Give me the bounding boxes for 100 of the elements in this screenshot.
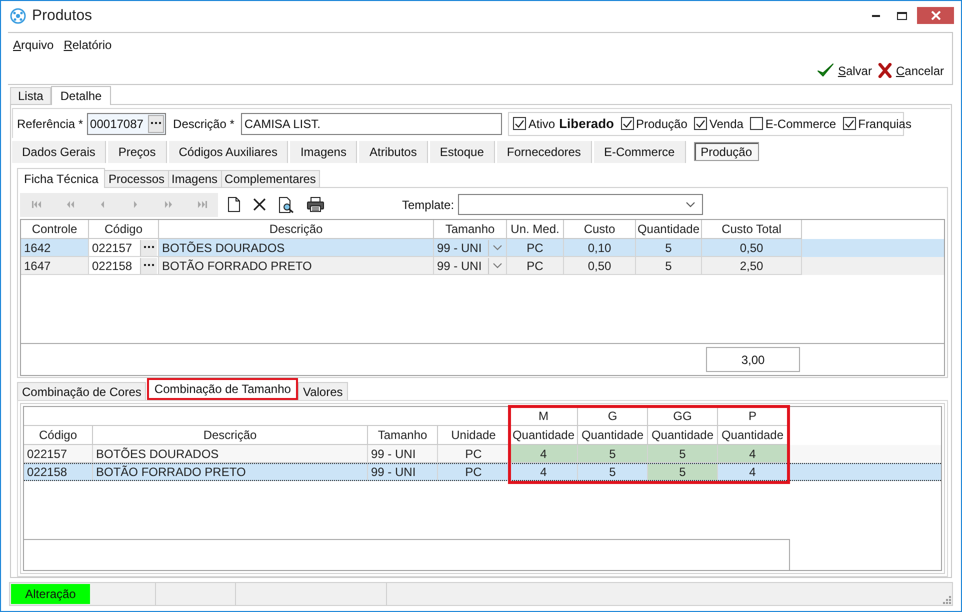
reference-field[interactable]: 00017087 xyxy=(87,112,166,134)
tab[interactable]: Preços xyxy=(108,141,167,163)
tab[interactable]: Atributos xyxy=(359,141,428,163)
status-panel: Alteração xyxy=(11,584,90,604)
column-header: Descrição xyxy=(159,220,434,239)
checkbox-label: Produção xyxy=(636,116,688,130)
table-cell: 5 xyxy=(648,445,718,463)
delete-icon[interactable] xyxy=(253,198,266,211)
new-document-icon[interactable] xyxy=(228,197,240,212)
tab[interactable]: Complementares xyxy=(220,170,320,187)
checkmark-icon[interactable] xyxy=(623,120,632,128)
table-cell: PC xyxy=(438,464,510,480)
browse-button[interactable] xyxy=(140,240,157,256)
tab[interactable]: Dados Gerais xyxy=(12,141,106,163)
chevron-down-icon[interactable] xyxy=(492,262,502,268)
table-cell: 022157 xyxy=(92,240,132,254)
tab[interactable]: Valores xyxy=(298,382,348,400)
checkmark-icon[interactable] xyxy=(696,120,706,128)
column-header: Custo Total xyxy=(702,220,802,239)
tab[interactable]: Processos xyxy=(104,170,169,187)
browse-button[interactable] xyxy=(148,114,164,132)
table-cell: 99 - UNI xyxy=(437,240,482,254)
table-cell: 4 xyxy=(510,445,578,463)
maximize-icon[interactable] xyxy=(897,12,907,20)
tab[interactable]: Imagens xyxy=(290,141,358,163)
template-dropdown[interactable] xyxy=(458,194,704,215)
tab[interactable]: Combinação de Cores xyxy=(17,382,146,400)
checkbox[interactable] xyxy=(843,117,856,130)
column-header: G xyxy=(578,407,648,426)
checkbox-label: Venda xyxy=(709,116,744,130)
column-header: GG xyxy=(648,407,718,426)
app-icon xyxy=(10,8,26,24)
table-cell: 5 xyxy=(636,257,702,275)
checkbox[interactable] xyxy=(621,117,634,130)
table-cell: 0,50 xyxy=(564,257,636,275)
table-cell: 99 - UNI xyxy=(437,258,482,272)
close-icon[interactable] xyxy=(930,11,940,20)
table-cell: BOTÃO FORRADO PRETO xyxy=(93,464,368,480)
tab[interactable]: Lista xyxy=(10,87,52,104)
table-cell: 5 xyxy=(648,464,718,480)
table-cell: PC xyxy=(507,257,564,275)
dropdown-button[interactable] xyxy=(488,258,505,274)
checkbox[interactable] xyxy=(694,117,708,130)
menu-item[interactable]: Arquivo xyxy=(13,38,54,52)
print-icon[interactable] xyxy=(307,197,324,212)
checkbox[interactable] xyxy=(513,117,526,130)
table-cell: 4 xyxy=(718,464,788,480)
tab[interactable]: Fornecedores xyxy=(496,141,592,163)
tab[interactable]: Códigos Auxiliares xyxy=(168,141,288,163)
table-cell: 022158 xyxy=(92,258,132,272)
status-label: Liberado xyxy=(559,116,614,131)
checkbox[interactable] xyxy=(750,117,764,130)
preview-icon[interactable] xyxy=(279,196,294,212)
minimize-icon[interactable] xyxy=(872,14,880,17)
checkmark-icon[interactable] xyxy=(515,120,524,128)
field-label: Template: xyxy=(402,198,454,212)
column-header: Código xyxy=(89,220,159,239)
close-button[interactable] xyxy=(917,7,954,24)
column-header: Custo xyxy=(564,220,636,239)
table-cell: 2,50 xyxy=(702,257,802,275)
cancel-button[interactable]: Cancelar xyxy=(878,63,944,78)
save-button[interactable]: Salvar xyxy=(816,63,872,78)
table-cell: 5 xyxy=(578,445,648,463)
checkbox-label: Franquias xyxy=(858,116,912,130)
column-header: Un. Med. xyxy=(507,220,564,239)
checkmark-icon[interactable] xyxy=(845,120,854,128)
table-cell: 022158 xyxy=(24,464,93,480)
total-field: 3,00 xyxy=(706,347,800,372)
field-label: Referência * xyxy=(17,116,84,130)
description-field[interactable]: CAMISA LIST. xyxy=(241,112,502,134)
chevron-down-icon[interactable] xyxy=(686,202,696,208)
field-label: Descrição * xyxy=(173,116,234,130)
menu-item[interactable]: Relatório xyxy=(64,38,112,52)
tab[interactable]: Imagens xyxy=(168,170,222,187)
ellipsis-icon[interactable] xyxy=(144,246,154,249)
table-cell: 4 xyxy=(510,464,578,480)
checkbox-label: Ativo xyxy=(528,116,556,130)
tab[interactable]: Combinação de Tamanho xyxy=(147,378,298,400)
column-header: Controle xyxy=(21,220,89,239)
column-header: M xyxy=(510,407,578,426)
table-cell: 4 xyxy=(718,445,788,463)
table-cell: BOTÃO FORRADO PRETO xyxy=(159,257,434,275)
ellipsis-icon[interactable] xyxy=(150,122,162,125)
browse-button[interactable] xyxy=(140,258,157,274)
tab[interactable]: Ficha Técnica xyxy=(17,168,106,188)
dropdown-button[interactable] xyxy=(488,240,505,256)
tab[interactable]: Produção xyxy=(694,142,759,161)
chevron-down-icon[interactable] xyxy=(492,244,502,250)
column-header: Tamanho xyxy=(434,220,507,239)
window-title: Produtos xyxy=(32,7,92,24)
tab[interactable]: Estoque xyxy=(430,141,495,163)
tab[interactable]: E-Commerce xyxy=(594,141,686,163)
ellipsis-icon[interactable] xyxy=(144,264,154,267)
tab[interactable]: Detalhe xyxy=(51,86,111,105)
table-cell: 99 - UNI xyxy=(368,464,438,480)
checkbox-label: E-Commerce xyxy=(765,116,836,130)
checkmark-icon[interactable] xyxy=(816,63,834,78)
resize-grip-icon[interactable] xyxy=(943,596,951,604)
x-mark-icon[interactable] xyxy=(878,63,892,78)
column-header: P xyxy=(718,407,788,426)
